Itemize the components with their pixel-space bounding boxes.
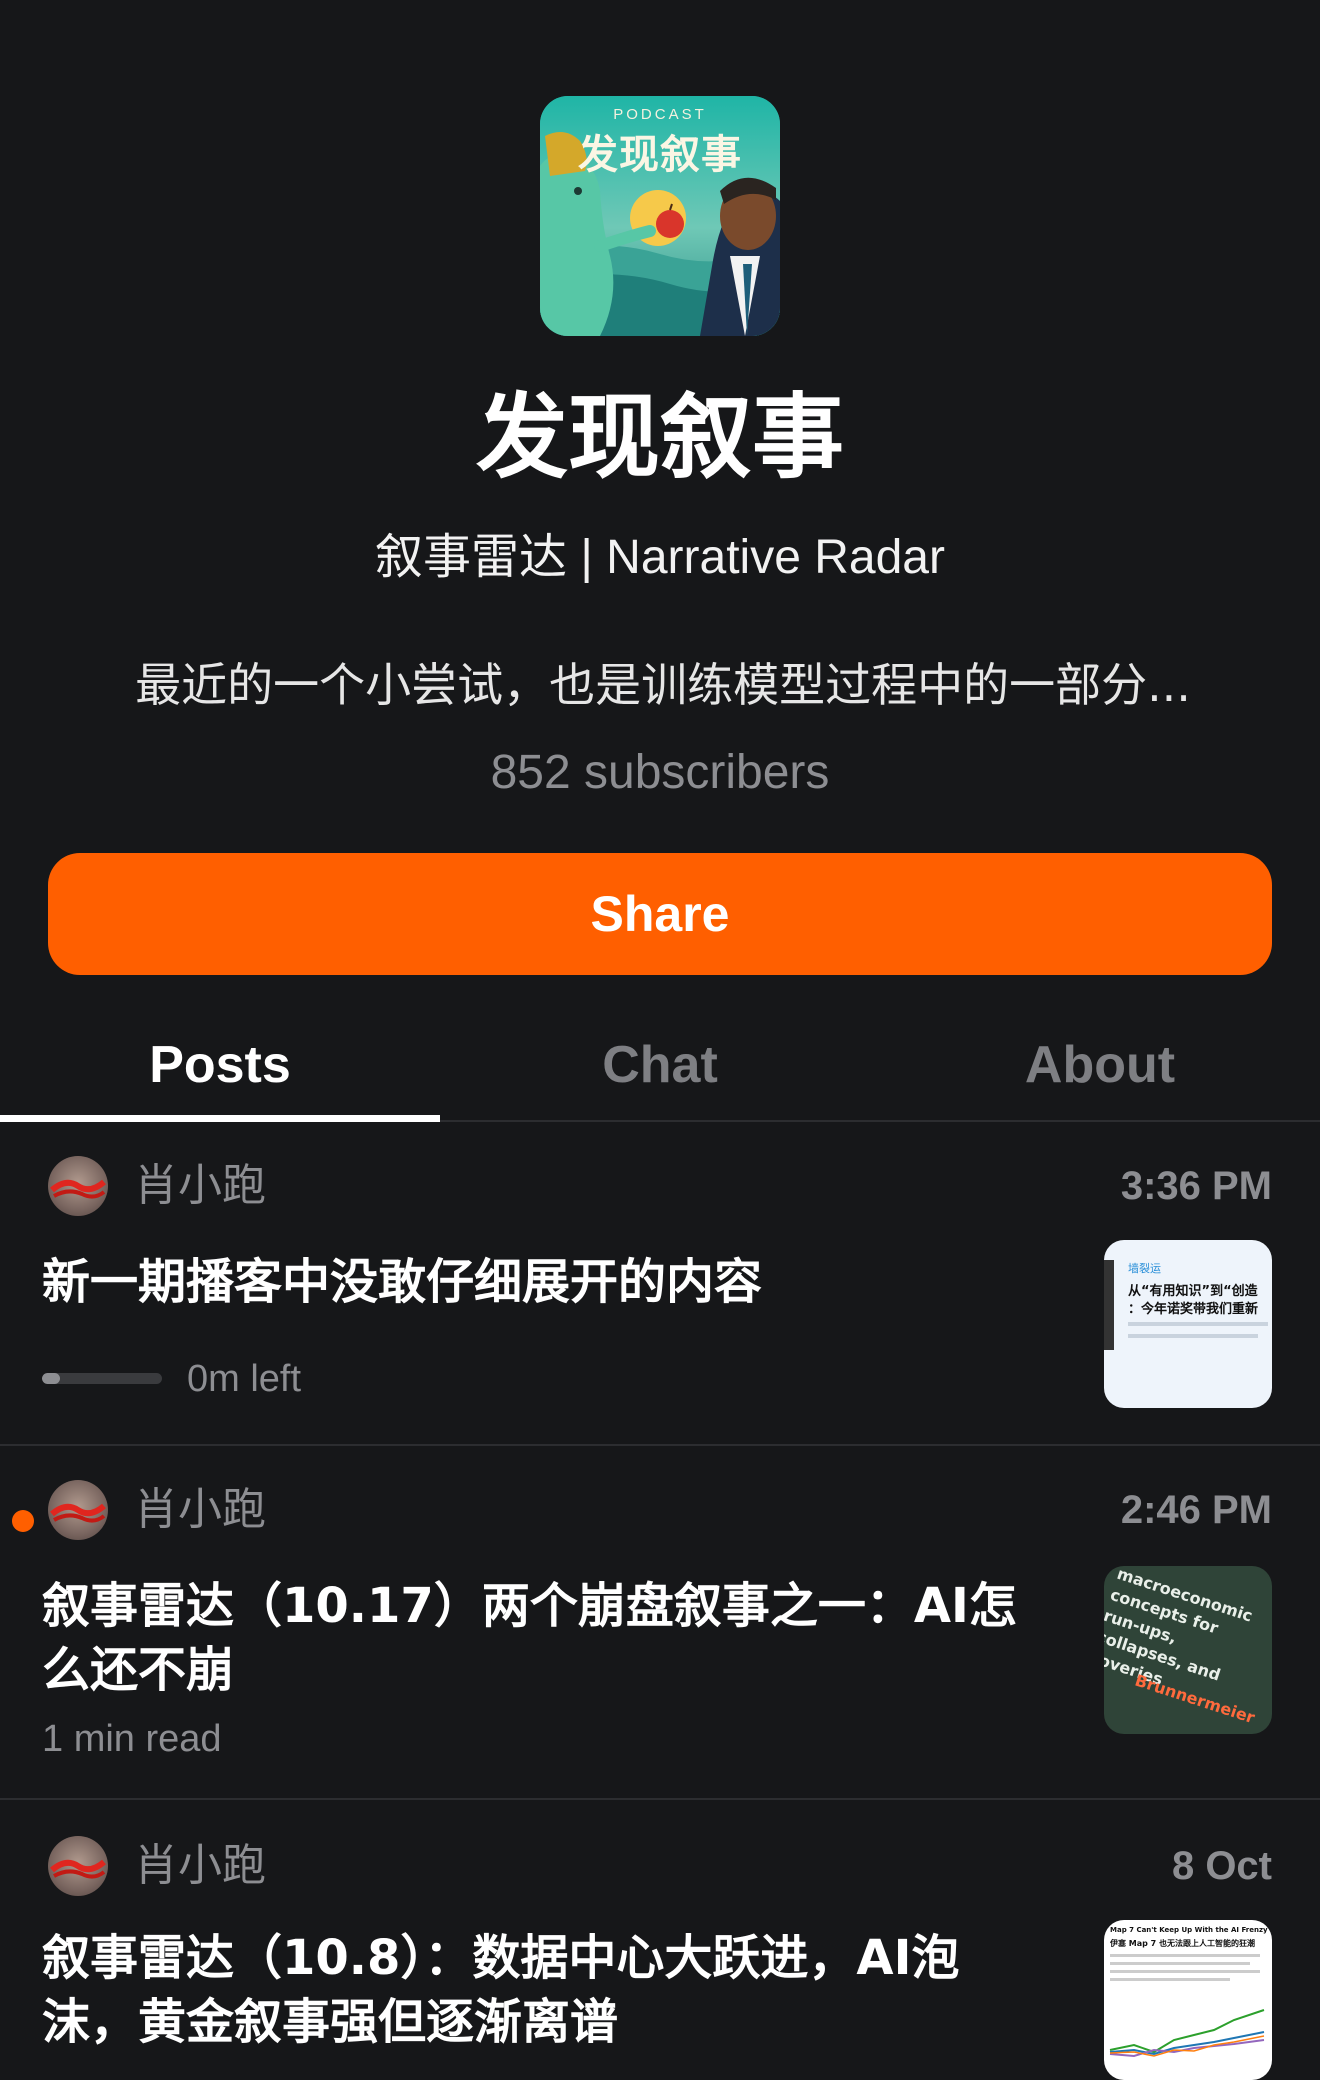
post-title[interactable]: 叙事雷达（10.8）：数据中心大跃进，AI泡沫，黄金叙事强但逐渐离谱 [42,1926,1042,2054]
author-avatar[interactable] [48,1156,108,1216]
post-thumbnail[interactable]: 墙裂运 从“有用知识”到“创造 ：今年诺奖带我们重新 [1104,1240,1272,1408]
tab-chat-label: Chat [602,1036,718,1094]
thumb-text-line: 墙裂运 [1128,1262,1161,1275]
post-item[interactable]: 肖小跑 8 Oct 叙事雷达（10.8）：数据中心大跃进，AI泡沫，黄金叙事强但… [0,1800,1320,2080]
author-avatar[interactable] [48,1480,108,1540]
thumb-text-line: Brunnermeier [1132,1670,1258,1728]
tab-bar: Posts Chat About [0,1010,1320,1122]
thumb-text-placeholder [1128,1334,1258,1338]
tab-about-label: About [1024,1036,1176,1094]
thumb-chart-graphic [1109,2009,1265,2058]
time-remaining: 0m left [187,1358,302,1400]
audio-progress-bar [42,1373,162,1384]
thumb-text-line: Map 7 Can't Keep Up With the AI Frenzy [1110,1926,1268,1934]
share-button[interactable]: Share [48,853,1272,975]
publication-description[interactable]: 最近的一个小尝试，也是训练模型过程中的一部分... [58,652,1268,718]
post-title[interactable]: 新一期播客中没敢仔细展开的内容 [42,1250,1042,1314]
publication-subtitle: 叙事雷达 | Narrative Radar [375,531,945,584]
post-thumbnail[interactable]: Map 7 Can't Keep Up With the AI Frenzy 伊… [1104,1920,1272,2080]
thumb-text-placeholder [1110,1962,1250,1965]
publication-title: 发现叙事 [475,384,844,491]
read-time: 1 min read [42,1718,222,1760]
post-time: 8 Oct [1171,1844,1272,1888]
thumb-text-placeholder [1110,1978,1230,1981]
tab-posts[interactable]: Posts [0,1010,440,1122]
tab-posts-label: Posts [149,1036,291,1094]
post-thumbnail[interactable]: macroeconomic concepts for run-ups, coll… [1104,1566,1272,1734]
author-avatar[interactable] [48,1836,108,1896]
thumb-edge-mark [1104,1260,1114,1350]
author-name[interactable]: 肖小跑 [134,1156,266,1216]
post-time: 2:46 PM [1120,1488,1272,1532]
podcast-cover-image[interactable]: PODCAST 发现叙事 [540,96,780,336]
author-name[interactable]: 肖小跑 [134,1480,266,1540]
unread-dot-icon [12,1510,34,1532]
tab-chat[interactable]: Chat [440,1010,880,1120]
post-item[interactable]: 肖小跑 3:36 PM 新一期播客中没敢仔细展开的内容 0m left 墙裂运 … [0,1122,1320,1446]
cover-title-text: 发现叙事 [578,132,742,178]
audio-progress-fill [42,1373,60,1384]
tab-about[interactable]: About [880,1010,1320,1120]
subscriber-count: 852 subscribers [490,746,830,799]
active-tab-indicator [0,1115,440,1122]
cover-badge-text: PODCAST [613,106,707,123]
thumb-text-placeholder [1110,1970,1260,1973]
thumb-text-line: 从“有用知识”到“创造 [1128,1284,1258,1299]
thumb-text-line: ：今年诺奖带我们重新 [1128,1302,1259,1317]
post-item[interactable]: 肖小跑 2:46 PM 叙事雷达（10.17）两个崩盘叙事之一：AI怎么还不崩 … [0,1446,1320,1800]
thumb-text-placeholder [1128,1322,1268,1326]
thumb-text-placeholder [1110,1954,1260,1957]
thumb-text-line: 伊塞 Map 7 也无法跟上人工智能的狂潮 [1110,1939,1256,1948]
post-title[interactable]: 叙事雷达（10.17）两个崩盘叙事之一：AI怎么还不崩 [42,1574,1042,1702]
author-name[interactable]: 肖小跑 [134,1836,266,1896]
thumb-rotated-text: macroeconomic concepts for run-ups, coll… [1104,1566,1271,1734]
post-time: 3:36 PM [1120,1164,1272,1208]
